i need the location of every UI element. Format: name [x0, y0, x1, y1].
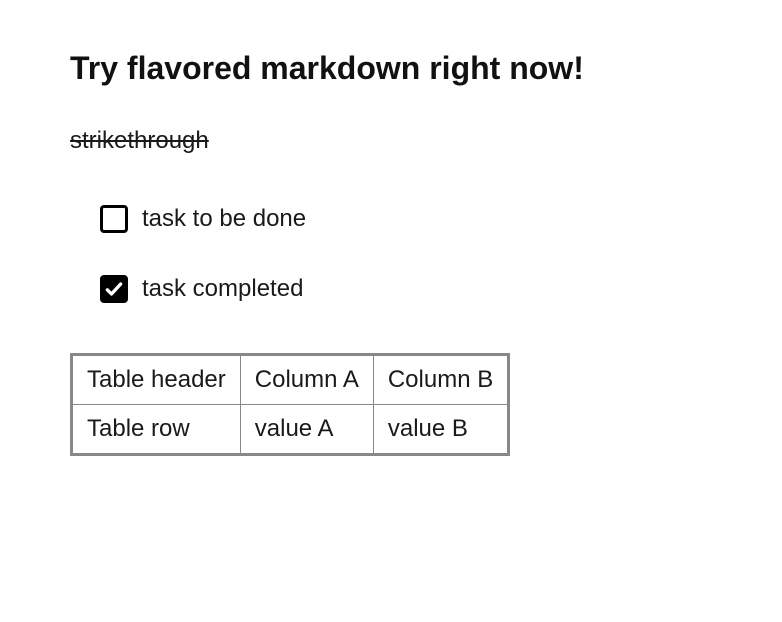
checkbox-checked-icon[interactable] — [100, 275, 128, 303]
data-table: Table header Column A Column B Table row… — [70, 353, 510, 456]
table-cell: value B — [373, 405, 508, 455]
table-header-row: Table header Column A Column B — [72, 355, 509, 405]
task-list: task to be done task completed — [70, 205, 712, 303]
strikethrough-text: strikethrough — [70, 127, 712, 155]
table-cell: Table row — [72, 405, 241, 455]
table-row: Table row value A value B — [72, 405, 509, 455]
task-label: task completed — [142, 275, 303, 303]
checkbox-unchecked-icon[interactable] — [100, 205, 128, 233]
page-title: Try flavored markdown right now! — [70, 50, 712, 87]
task-item-unchecked: task to be done — [100, 205, 712, 233]
table-header-cell: Table header — [72, 355, 241, 405]
table-header-cell: Column A — [240, 355, 373, 405]
table-header-cell: Column B — [373, 355, 508, 405]
table-cell: value A — [240, 405, 373, 455]
task-item-checked: task completed — [100, 275, 712, 303]
task-label: task to be done — [142, 205, 306, 233]
